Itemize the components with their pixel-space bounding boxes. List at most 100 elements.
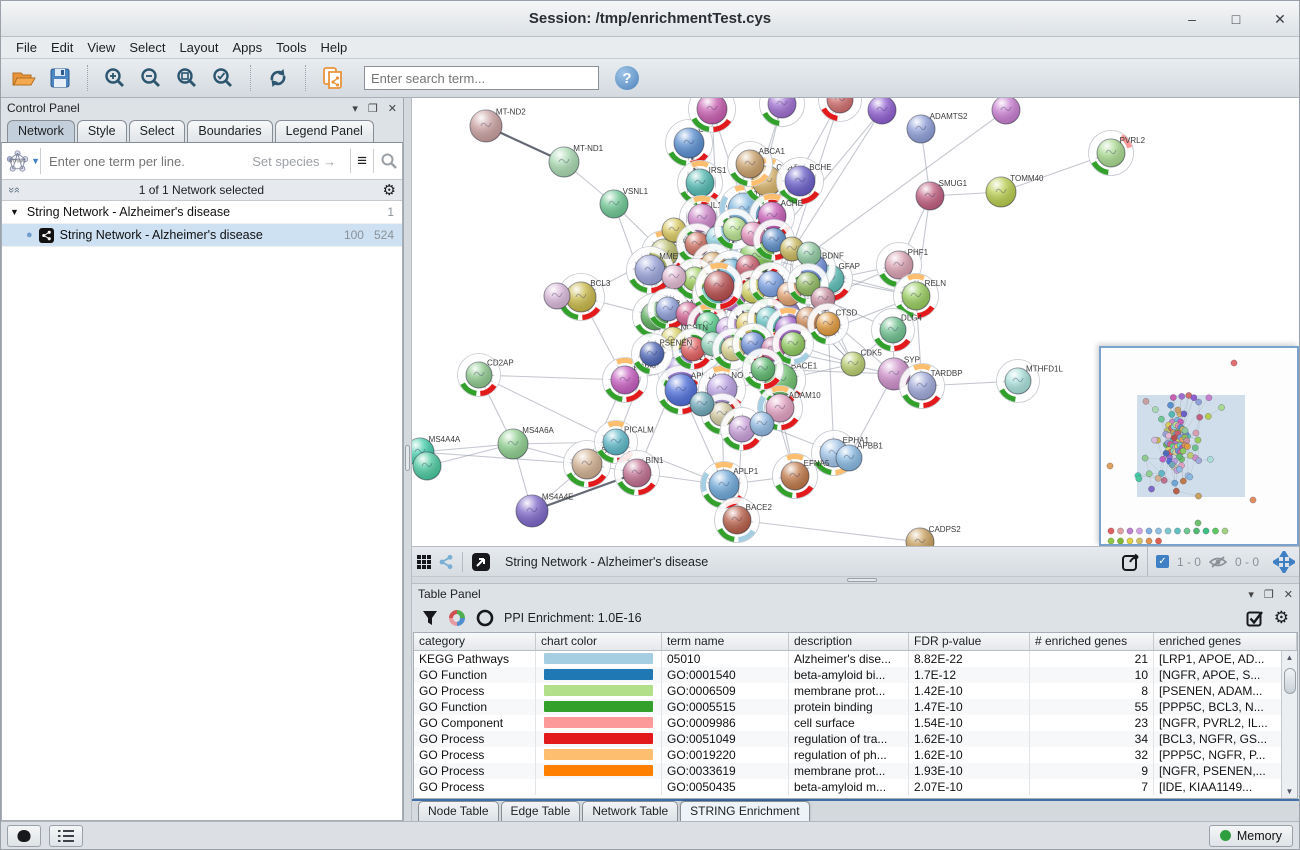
close-icon[interactable]: ✕ xyxy=(1271,11,1289,28)
panel-float-icon[interactable]: ❐ xyxy=(1264,588,1274,601)
network-node[interactable] xyxy=(992,98,1020,124)
search-input[interactable] xyxy=(364,66,599,90)
network-node[interactable]: PVRL2 xyxy=(1089,131,1146,176)
panel-menu-icon[interactable]: ▾ xyxy=(1248,588,1254,601)
help-icon[interactable]: ? xyxy=(615,66,639,90)
share-view-icon[interactable] xyxy=(438,554,454,570)
vertical-splitter[interactable] xyxy=(404,98,412,821)
network-node[interactable]: BACE2 xyxy=(715,498,773,543)
string-search-icon[interactable] xyxy=(380,152,398,170)
zoom-selected-button[interactable] xyxy=(208,63,238,93)
tab-node-table[interactable]: Node Table xyxy=(418,801,499,821)
tab-legend-panel[interactable]: Legend Panel xyxy=(275,120,374,142)
network-node[interactable] xyxy=(750,412,774,436)
network-node[interactable]: CADPS2 xyxy=(906,525,961,546)
panel-close-icon[interactable]: ✕ xyxy=(388,102,397,115)
enrichment-settings-gear-icon[interactable]: ⚙ xyxy=(1274,608,1289,628)
menu-view[interactable]: View xyxy=(80,38,122,57)
tab-edge-table[interactable]: Edge Table xyxy=(501,801,581,821)
task-list-button[interactable] xyxy=(49,825,83,847)
tab-network-table[interactable]: Network Table xyxy=(582,801,678,821)
task-history-button[interactable] xyxy=(7,825,41,847)
string-query-input[interactable] xyxy=(40,148,252,174)
network-node[interactable]: CD2AP xyxy=(458,354,514,397)
table-row[interactable]: GO FunctionGO:0005515protein binding1.47… xyxy=(414,699,1297,715)
table-row[interactable]: GO ProcessGO:0019220regulation of ph...1… xyxy=(414,747,1297,763)
table-row[interactable]: GO ProcessGO:0051049regulation of tra...… xyxy=(414,731,1297,747)
open-session-button[interactable] xyxy=(9,63,39,93)
network-node[interactable]: MS4A4E xyxy=(516,492,573,527)
tree-expand-icon[interactable]: ▼ xyxy=(10,207,19,217)
column-header-description[interactable]: description xyxy=(789,633,909,651)
horizontal-splitter[interactable] xyxy=(412,576,1299,584)
column-header--enriched-genes[interactable]: # enriched genes xyxy=(1030,633,1154,651)
network-node[interactable]: MTHFD1L xyxy=(997,360,1064,403)
table-vertical-scrollbar[interactable]: ▲ ▼ xyxy=(1281,651,1297,798)
network-node[interactable]: MS4A6A xyxy=(498,426,555,459)
grid-mode-icon[interactable] xyxy=(416,554,432,570)
tab-select[interactable]: Select xyxy=(129,120,186,142)
network-node[interactable] xyxy=(662,265,686,289)
panel-close-icon[interactable]: ✕ xyxy=(1284,588,1293,601)
network-collection-row[interactable]: ▼ String Network - Alzheimer's disease 1 xyxy=(2,201,402,224)
menu-select[interactable]: Select xyxy=(122,38,172,57)
column-header-chart-color[interactable]: chart color xyxy=(536,633,662,651)
table-row[interactable]: GO ProcessGO:0006509membrane prot...1.42… xyxy=(414,683,1297,699)
table-row[interactable]: KEGG Pathways05010Alzheimer's dise...8.8… xyxy=(414,651,1297,667)
string-logo-icon[interactable]: STRING ▼ xyxy=(6,149,40,173)
network-node[interactable]: DLG4 xyxy=(872,309,923,352)
hidden-eye-icon[interactable] xyxy=(1209,555,1227,569)
network-node[interactable]: VSNL1 xyxy=(600,187,649,218)
maximize-icon[interactable]: □ xyxy=(1227,11,1245,27)
select-terms-check-icon[interactable] xyxy=(1246,609,1264,627)
panel-float-icon[interactable]: ❐ xyxy=(368,102,378,115)
menu-apps[interactable]: Apps xyxy=(226,38,270,57)
refresh-button[interactable] xyxy=(263,63,293,93)
minimize-icon[interactable]: – xyxy=(1183,11,1201,27)
network-node[interactable] xyxy=(413,452,441,480)
network-node[interactable]: APBB1 xyxy=(836,442,883,471)
network-from-file-button[interactable] xyxy=(318,63,348,93)
network-node[interactable]: TARDBP xyxy=(900,364,963,409)
scroll-down-icon[interactable]: ▼ xyxy=(1286,785,1294,798)
collapse-all-icon[interactable]: » xyxy=(12,187,22,193)
panel-menu-icon[interactable]: ▾ xyxy=(352,102,358,115)
zoom-in-button[interactable] xyxy=(100,63,130,93)
column-header-category[interactable]: category xyxy=(414,633,536,651)
birdseye-toggle-icon[interactable] xyxy=(471,552,491,572)
pan-tool-icon[interactable] xyxy=(1273,551,1295,573)
splitter-grip[interactable] xyxy=(847,578,877,582)
scroll-up-icon[interactable]: ▲ xyxy=(1286,651,1294,664)
zoom-out-button[interactable] xyxy=(136,63,166,93)
menu-tools[interactable]: Tools xyxy=(269,38,313,57)
network-node[interactable] xyxy=(689,98,736,133)
network-node[interactable] xyxy=(743,349,784,390)
set-species-hint[interactable]: Set species → xyxy=(252,154,336,169)
network-node[interactable]: TOMM40 xyxy=(986,174,1044,207)
chart-donut-icon[interactable] xyxy=(448,609,466,627)
menu-file[interactable]: File xyxy=(9,38,44,57)
birds-eye-view[interactable] xyxy=(1099,346,1299,546)
network-node[interactable]: ADAMTS2 xyxy=(907,112,968,143)
column-header-term-name[interactable]: term name xyxy=(662,633,789,651)
table-row[interactable]: GO ComponentGO:0009986cell surface1.54E-… xyxy=(414,715,1297,731)
network-node[interactable]: MT-ND2 xyxy=(470,107,526,142)
tab-style[interactable]: Style xyxy=(77,120,127,142)
network-node[interactable] xyxy=(760,98,805,127)
selected-nodes-check-icon[interactable]: ✓ xyxy=(1156,555,1169,568)
menu-edit[interactable]: Edit xyxy=(44,38,80,57)
network-node[interactable]: BIN1 xyxy=(615,451,665,496)
network-node[interactable] xyxy=(819,98,862,122)
network-node[interactable] xyxy=(797,242,821,266)
tab-string-enrichment[interactable]: STRING Enrichment xyxy=(680,801,809,821)
column-header-enriched-genes[interactable]: enriched genes xyxy=(1154,633,1297,651)
export-network-icon[interactable] xyxy=(1121,552,1141,572)
zoom-fit-button[interactable] xyxy=(172,63,202,93)
column-header-FDR-p-value[interactable]: FDR p-value xyxy=(909,633,1030,651)
network-node[interactable] xyxy=(544,283,570,309)
ring-chart-icon[interactable] xyxy=(476,609,494,627)
filter-icon[interactable] xyxy=(422,610,438,626)
menu-layout[interactable]: Layout xyxy=(172,38,225,57)
network-node[interactable] xyxy=(690,392,714,416)
menu-help[interactable]: Help xyxy=(314,38,355,57)
